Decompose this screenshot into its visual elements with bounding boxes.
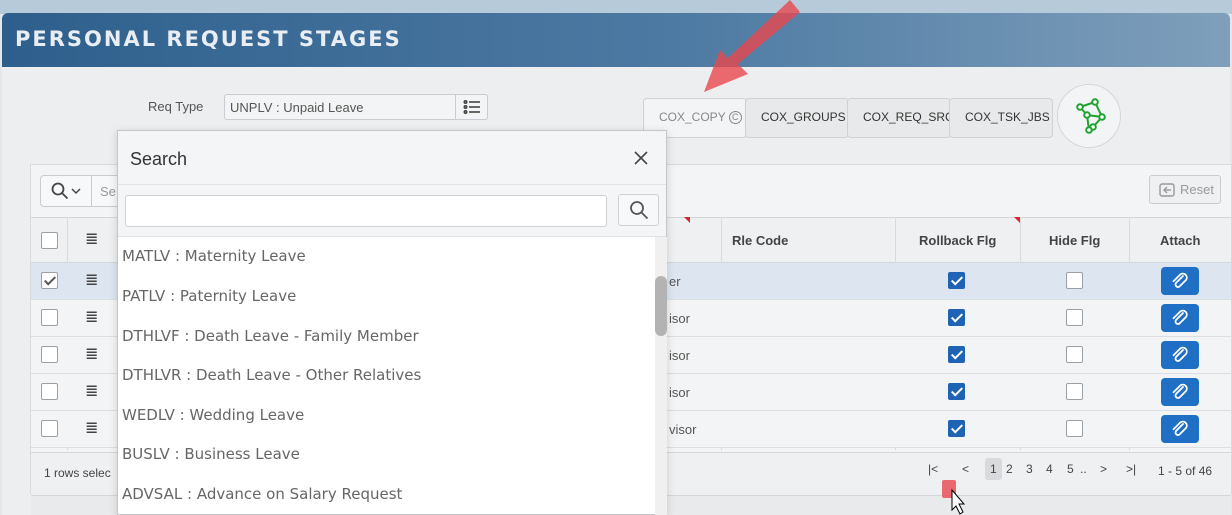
rollback-flg-checkbox[interactable]	[948, 309, 965, 326]
modal-search-input[interactable]	[125, 195, 607, 227]
page-4[interactable]: 4	[1046, 462, 1053, 476]
search-option[interactable]: PATLV : Paternity Leave	[122, 287, 296, 305]
selected-count: 1 rows selec	[44, 466, 111, 480]
hide-flg-checkbox[interactable]	[1066, 272, 1083, 289]
options-scroll-thumb[interactable]	[655, 276, 667, 336]
rollback-flg-checkbox[interactable]	[948, 346, 965, 363]
search-option[interactable]: MATLV : Maternity Leave	[122, 247, 306, 265]
reset-label: Reset	[1180, 182, 1214, 197]
options-list: MATLV : Maternity Leave PATLV : Paternity…	[118, 237, 655, 515]
search-icon	[51, 182, 69, 200]
first-page-button[interactable]: |<	[928, 462, 938, 476]
row-select-checkbox[interactable]	[41, 272, 58, 289]
col-attach[interactable]: Attach	[1160, 233, 1200, 248]
hide-flg-checkbox[interactable]	[1066, 309, 1083, 326]
hide-flg-checkbox[interactable]	[1066, 383, 1083, 400]
modal-title: Search	[130, 149, 188, 169]
paperclip-icon	[1172, 272, 1188, 288]
search-option[interactable]: BUSLV : Business Leave	[122, 445, 300, 463]
paperclip-icon	[1172, 383, 1188, 399]
col-rollback-flg[interactable]: Rollback Flg	[919, 233, 996, 248]
hide-flg-checkbox[interactable]	[1066, 420, 1083, 437]
page-header: PERSONAL REQUEST STAGES	[2, 13, 1230, 67]
tab-cox-tsk-jbs[interactable]: COX_TSK_JBS	[949, 98, 1053, 138]
row-description: isor	[669, 311, 690, 326]
workflow-diagram-button[interactable]	[1057, 84, 1121, 148]
next-page-button[interactable]: >	[1100, 462, 1107, 476]
page-3[interactable]: 3	[1026, 462, 1033, 476]
last-page-button[interactable]: >|	[1126, 462, 1136, 476]
req-type-label: Req Type	[148, 99, 204, 114]
paperclip-icon	[1172, 346, 1188, 362]
search-icon	[629, 201, 648, 220]
top-strip	[0, 0, 1232, 14]
row-select-checkbox[interactable]	[41, 420, 58, 437]
attach-button[interactable]	[1161, 378, 1199, 406]
tab-cox-copy-label: COX_COPY	[659, 110, 726, 124]
page-1[interactable]: 1	[985, 458, 1002, 480]
reset-icon	[1159, 182, 1175, 197]
modal-search-button[interactable]	[618, 194, 659, 226]
annotation-click-marker	[942, 480, 966, 515]
row-menu-icon[interactable]: ≣	[85, 310, 98, 326]
rollback-flg-checkbox[interactable]	[948, 272, 965, 289]
row-menu-icon[interactable]: ≣	[85, 347, 98, 363]
rollback-flg-checkbox[interactable]	[948, 383, 965, 400]
modal-search-row	[118, 185, 666, 237]
chevron-down-icon	[71, 188, 81, 195]
network-icon	[1076, 98, 1106, 134]
attach-button[interactable]	[1161, 341, 1199, 369]
paperclip-icon	[1172, 309, 1188, 325]
search-option[interactable]: WEDLV : Wedding Leave	[122, 406, 304, 424]
page-ellipsis: ..	[1080, 462, 1087, 476]
annotation-arrow-icon	[704, 0, 800, 92]
page-2[interactable]: 2	[1006, 462, 1013, 476]
row-description: er	[669, 274, 681, 289]
attach-button[interactable]	[1161, 267, 1199, 295]
select-all-checkbox[interactable]	[41, 232, 58, 249]
paperclip-icon	[1172, 420, 1188, 436]
rollback-flg-checkbox[interactable]	[948, 420, 965, 437]
req-type-value: UNPLV : Unpaid Leave	[230, 100, 364, 115]
tab-cox-groups[interactable]: COX_GROUPS	[745, 98, 849, 138]
list-picker-icon[interactable]	[455, 94, 488, 120]
close-icon[interactable]	[631, 148, 651, 168]
page-range: 1 - 5 of 46	[1158, 464, 1213, 478]
reset-button[interactable]: Reset	[1149, 175, 1221, 204]
row-description: visor	[669, 422, 697, 437]
required-marker	[684, 217, 690, 223]
attach-button[interactable]	[1161, 304, 1199, 332]
search-option[interactable]: DTHLVF : Death Leave - Family Member	[122, 327, 419, 345]
hide-flg-checkbox[interactable]	[1066, 346, 1083, 363]
row-description: isor	[669, 348, 690, 363]
modal-header: Search	[118, 131, 666, 185]
row-description: isor	[669, 385, 690, 400]
col-hide-flg[interactable]: Hide Flg	[1049, 233, 1100, 248]
row-select-checkbox[interactable]	[41, 309, 58, 326]
row-select-checkbox[interactable]	[41, 346, 58, 363]
search-option[interactable]: DTHLVR : Death Leave - Other Relatives	[122, 366, 421, 384]
search-options-button[interactable]	[40, 175, 92, 207]
page-title: PERSONAL REQUEST STAGES	[15, 27, 402, 51]
row-menu-header-icon: ≣	[85, 231, 99, 248]
row-select-checkbox[interactable]	[41, 383, 58, 400]
search-option[interactable]: ADVSAL : Advance on Salary Request	[122, 485, 402, 503]
search-modal: Search MATLV : Maternity Leave PATLV : Pa…	[117, 130, 667, 515]
action-tabs: COX_COPY C COX_GROUPS COX_REQ_SRC COX_TSK…	[643, 98, 1053, 138]
tab-cox-req-src[interactable]: COX_REQ_SRC	[847, 98, 951, 138]
row-menu-icon[interactable]: ≣	[85, 384, 98, 400]
col-rle-code[interactable]: Rle Code	[732, 233, 788, 248]
req-type-field[interactable]: UNPLV : Unpaid Leave	[224, 94, 488, 120]
copy-icon: C	[728, 111, 742, 125]
row-menu-icon[interactable]: ≣	[85, 273, 98, 289]
page-5[interactable]: 5	[1067, 462, 1074, 476]
attach-button[interactable]	[1161, 415, 1199, 443]
row-menu-icon[interactable]: ≣	[85, 421, 98, 437]
